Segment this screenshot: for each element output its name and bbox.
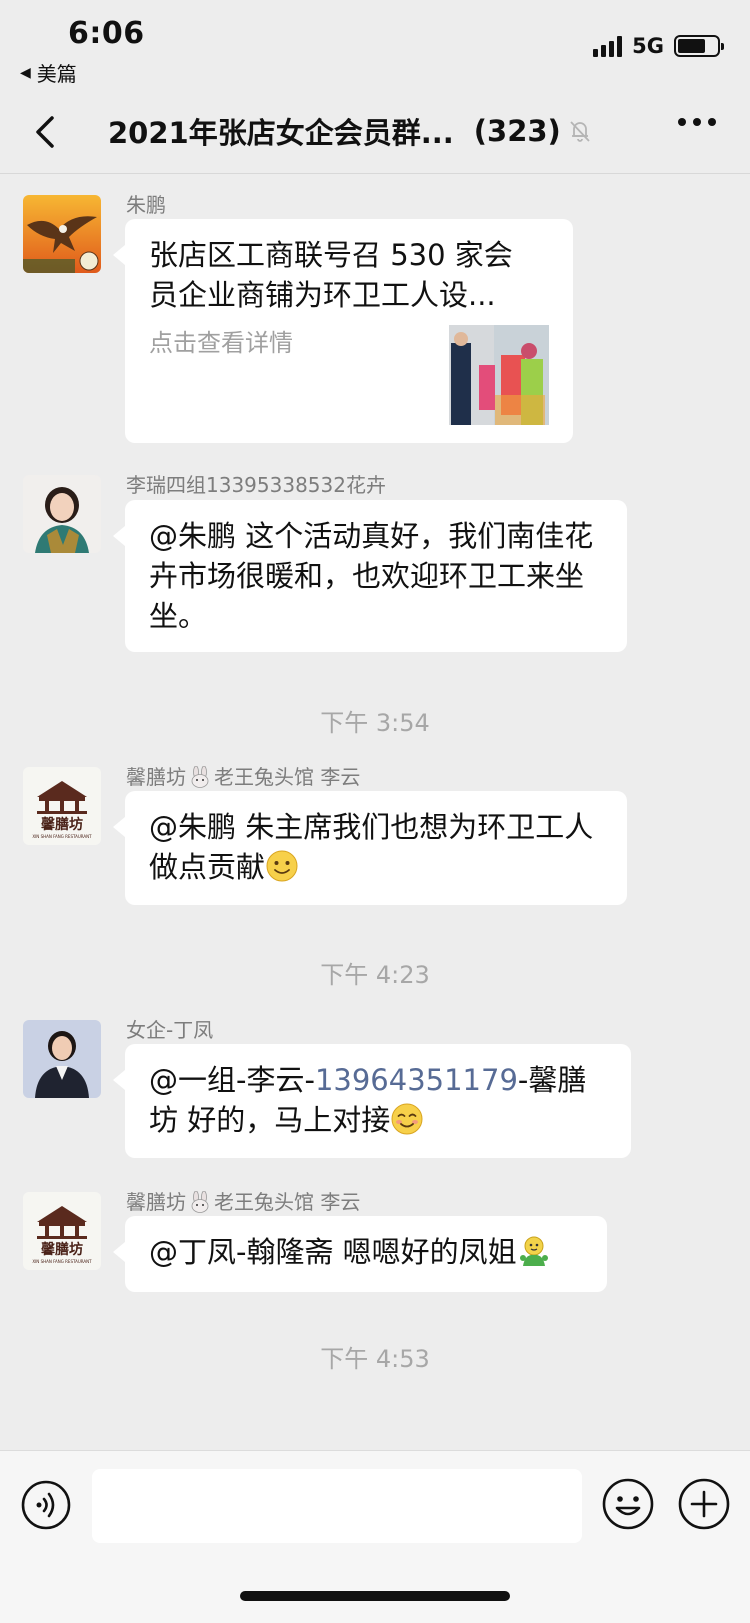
link-card[interactable]: 张店区工商联号召 530 家会员企业商铺为环卫工人设... 点击查看详情 (113, 219, 573, 443)
phone-number-link[interactable]: 13964351179 (315, 1063, 518, 1097)
avatar[interactable]: 馨膳坊 XIN SHAN FANG RESTAURANT (23, 767, 101, 845)
sender-name: 李瑞四组13395338532花卉 (126, 473, 386, 497)
svg-text:馨膳坊: 馨膳坊 (40, 816, 83, 833)
sender-name: 馨膳坊 老王兔头馆 李云 (126, 765, 361, 789)
mention-text: @一组-李云- (149, 1063, 315, 1097)
svg-text:XIN SHAN FANG RESTAURANT: XIN SHAN FANG RESTAURANT (32, 1259, 92, 1264)
message-text: @丁凤-翰隆斋 嗯嗯好的凤姐 (149, 1235, 517, 1269)
back-arrow-icon[interactable] (28, 112, 68, 152)
time-separator: 下午 4:23 (320, 961, 430, 989)
cellular-signal-icon (593, 35, 623, 57)
back-to-app-link[interactable]: ◀ 美篇 (20, 58, 77, 87)
chat-title[interactable]: 2021年张店女企会员群... (323) (108, 110, 593, 152)
member-count: (323) (473, 114, 561, 148)
time-separator: 下午 3:54 (320, 709, 430, 737)
battery-icon (674, 35, 724, 57)
message-bubble[interactable]: @丁凤-翰隆斋 嗯嗯好的凤姐 (113, 1216, 607, 1292)
restaurant-logo-avatar-image: 馨膳坊 XIN SHAN FANG RESTAURANT (23, 1192, 101, 1270)
status-indicators: 5G (593, 34, 724, 58)
svg-text:XIN SHAN FANG RESTAURANT: XIN SHAN FANG RESTAURANT (32, 834, 92, 839)
group-name: 2021年张店女企会员群... (108, 116, 454, 150)
sender-name: 馨膳坊 老王兔头馆 李云 (126, 1190, 361, 1214)
svg-text:馨膳坊: 馨膳坊 (40, 1241, 83, 1258)
message-bubble[interactable]: @一组-李云-13964351179-馨膳坊 好的，马上对接 (113, 1044, 631, 1158)
message-text: @朱鹏 朱主席我们也想为环卫工人做点贡献 (149, 810, 594, 884)
home-indicator[interactable] (240, 1591, 510, 1601)
avatar[interactable]: 馨膳坊 XIN SHAN FANG RESTAURANT (23, 1192, 101, 1270)
message-list[interactable]: 朱鹏 张店区工商联号召 530 家会员企业商铺为环卫工人设... 点击查看详情 (0, 175, 750, 1450)
businesswoman-avatar-image (23, 1020, 101, 1098)
chat-header: 2021年张店女企会员群... (323) (0, 92, 750, 174)
back-app-label: 美篇 (36, 62, 77, 86)
mute-bell-icon (570, 121, 590, 142)
back-triangle-icon: ◀ (20, 64, 31, 81)
avatar[interactable] (23, 1020, 101, 1098)
emoji-picker-icon[interactable] (600, 1476, 656, 1532)
network-type: 5G (632, 34, 664, 58)
message-input[interactable] (92, 1469, 582, 1543)
status-time: 6:06 (68, 16, 145, 51)
sender-name: 朱鹏 (126, 193, 166, 217)
restaurant-logo-avatar-image: 馨膳坊 XIN SHAN FANG RESTAURANT (23, 767, 101, 845)
more-options-icon[interactable] (678, 118, 716, 126)
time-separator: 下午 4:53 (320, 1345, 430, 1373)
smile-emoji-icon (266, 850, 298, 882)
card-title: 张店区工商联号召 530 家会员企业商铺为环卫工人设... (149, 238, 513, 312)
blush-smile-emoji-icon (391, 1103, 423, 1135)
avatar[interactable] (23, 195, 101, 273)
voice-input-icon[interactable] (20, 1479, 72, 1531)
message-bubble[interactable]: @朱鹏 朱主席我们也想为环卫工人做点贡献 (113, 791, 627, 905)
input-toolbar (0, 1450, 750, 1623)
woman-portrait-avatar-image (23, 475, 101, 553)
rabbit-emoji-icon (189, 1190, 211, 1214)
rabbit-emoji-icon (189, 765, 211, 789)
add-more-icon[interactable] (676, 1476, 732, 1532)
green-figure-emoji-icon (519, 1236, 548, 1266)
sender-name: 女企-丁凤 (126, 1018, 214, 1042)
message-bubble[interactable]: @朱鹏 这个活动真好，我们南佳花卉市场很暖和，也欢迎环卫工来坐坐。 (113, 500, 627, 652)
eagle-avatar-image (23, 195, 101, 273)
status-bar: 6:06 ◀ 美篇 5G (0, 0, 750, 92)
card-thumbnail (449, 325, 549, 425)
message-text: @朱鹏 这个活动真好，我们南佳花卉市场很暖和，也欢迎环卫工来坐坐。 (149, 519, 594, 633)
avatar[interactable] (23, 475, 101, 553)
